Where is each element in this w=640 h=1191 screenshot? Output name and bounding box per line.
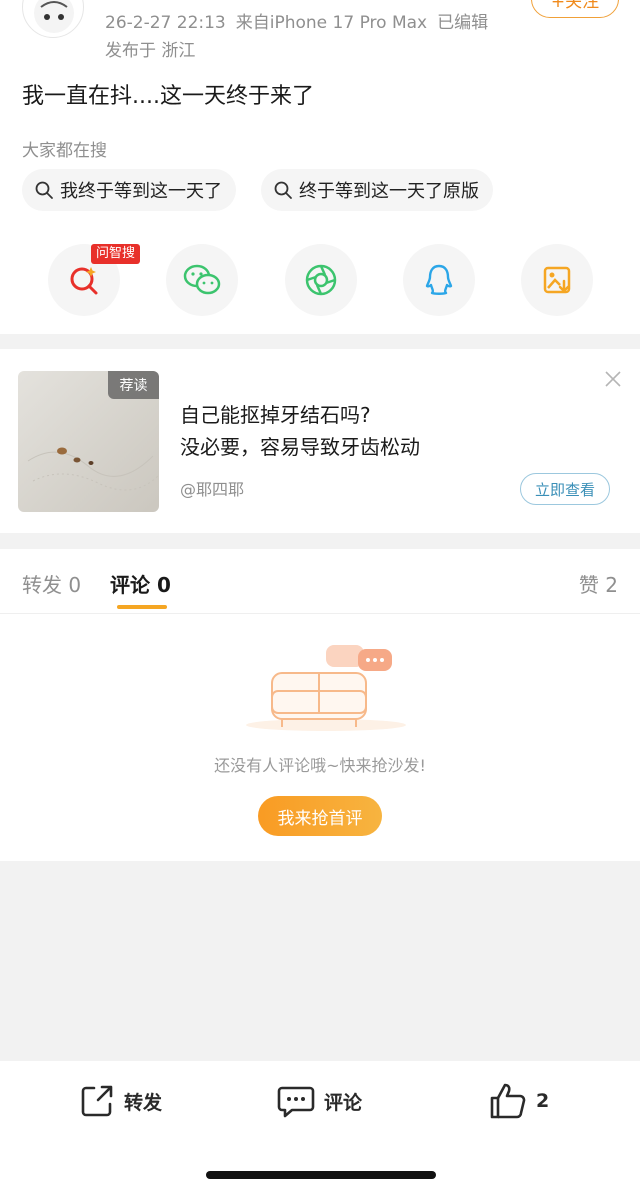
hot-search-label: 大家都在搜 [22,141,107,161]
tab-label: 评论 [110,573,150,597]
divider [0,613,640,614]
bottom-toolbar: 转发 评论 2 [0,1061,640,1191]
share-row: 问智搜 [0,244,640,318]
follow-button[interactable]: +关注 [531,0,619,18]
thumbs-up-icon [490,1083,526,1119]
share-save-image-button[interactable] [521,244,593,316]
tab-repost[interactable]: 转发 0 [22,569,81,598]
share-moments-button[interactable] [285,244,357,316]
post-meta: 26-2-27 22:13 来自iPhone 17 Pro Max 已编辑 [105,8,498,33]
ad-title-line1: 自己能抠掉牙结石吗? [180,403,371,427]
first-comment-button[interactable]: 我来抢首评 [258,796,382,836]
tab-count: 0 [68,573,82,597]
search-icon [274,181,292,199]
share-qq-button[interactable] [403,244,475,316]
share-arrow-icon [81,1085,113,1117]
post-text: 我一直在抖....这一天终于来了 [22,84,314,109]
zhisou-tag: 问智搜 [91,244,141,264]
tab-count: 2 [605,573,618,597]
comment-label: 评论 [324,1091,363,1114]
user-avatar[interactable] [22,0,84,38]
active-tab-indicator [117,605,167,609]
comment-button[interactable]: 评论 [276,1081,362,1121]
comments-section: 转发 0 评论 0 赞 2 还没有人评论哦~快来抢沙发! 我来抢首评 [0,549,640,861]
tab-like[interactable]: 赞 2 [579,569,618,598]
ad-title-line2: 没必要，容易导致牙齿松动 [180,435,420,459]
hot-search-text: 我终于等到这一天了 [60,181,222,202]
ad-title[interactable]: 自己能抠掉牙结石吗? 没必要，容易导致牙齿松动 [180,399,420,463]
post-timestamp: 26-2-27 22:13 [105,13,226,33]
qq-icon [425,264,453,295]
post-edited: 已编辑 [437,13,489,33]
tab-comment[interactable]: 评论 0 [110,569,171,598]
share-wechat-button[interactable] [166,244,238,316]
view-now-button[interactable]: 立即查看 [520,473,610,505]
ad-badge: 荐读 [108,371,159,399]
post-card: +关注 26-2-27 22:13 来自iPhone 17 Pro Max 已编辑 … [0,0,640,334]
tab-count: 0 [156,573,171,597]
moments-icon [305,264,337,296]
repost-button[interactable]: 转发 [78,1081,162,1121]
tab-label: 转发 [22,573,62,597]
empty-comments-text: 还没有人评论哦~快来抢沙发! [214,756,426,775]
hot-search-pill-1[interactable]: 我终于等到这一天了 [22,169,236,211]
save-image-icon [543,266,571,294]
tab-label: 赞 [578,573,599,597]
post-source: 来自iPhone 17 Pro Max [235,13,428,33]
search-icon [35,181,53,199]
home-indicator [206,1171,436,1179]
ad-thumbnail[interactable]: 荐读 [18,371,159,512]
ai-search-icon [70,267,98,295]
hot-search-pill-2[interactable]: 终于等到这一天了原版 [261,169,493,211]
ad-author: @耶四耶 [180,480,245,499]
close-icon[interactable] [603,369,623,389]
wechat-icon [183,264,221,295]
post-location: 发布于 浙江 [105,41,196,61]
like-button[interactable]: 2 [488,1081,549,1121]
repost-label: 转发 [124,1091,163,1114]
recommended-read-card[interactable]: 荐读 自己能抠掉牙结石吗? 没必要，容易导致牙齿松动 @耶四耶 立即查看 [0,349,640,533]
empty-sofa-illustration [246,645,406,731]
like-count: 2 [536,1090,550,1112]
comment-bubble-icon [277,1086,315,1118]
hot-search-text: 终于等到这一天了原版 [299,181,479,202]
